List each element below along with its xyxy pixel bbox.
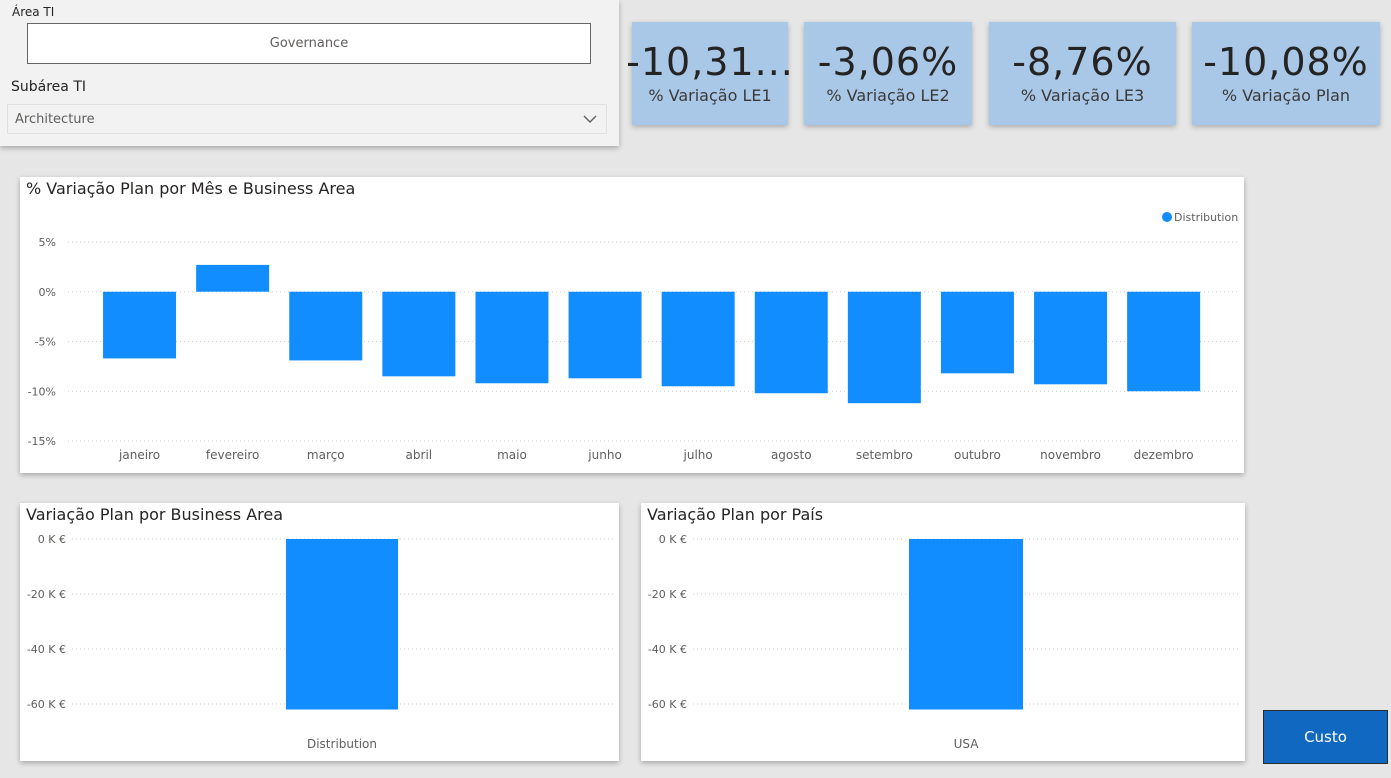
bar [475,291,549,384]
kpi-value: -10,31... [626,40,794,84]
x-tick-label: junho [587,448,622,462]
custo-button[interactable]: Custo [1263,710,1388,764]
x-tick-label: USA [954,737,980,751]
bar [661,291,735,387]
bar [286,539,398,710]
x-tick-label: setembro [856,448,913,462]
x-tick-label: Distribution [307,737,377,751]
area-slicer-button[interactable]: Governance [27,23,591,64]
subarea-dropdown-value: Architecture [15,111,95,127]
y-tick-label: -40 K € [648,643,687,656]
x-tick-label: maio [497,448,527,462]
y-tick-label: -10% [28,385,56,398]
x-tick-label: janeiro [118,448,160,462]
y-tick-label: 0 K € [659,533,687,546]
bar [909,539,1023,710]
bar [196,264,270,292]
subarea-dropdown[interactable]: Architecture [7,104,607,134]
bar [382,291,456,377]
bar [847,291,921,404]
y-tick-label: 0 K € [38,533,66,546]
bar [568,291,642,379]
kpi-card-plan: -10,08% % Variação Plan [1192,22,1380,125]
y-tick-label: 5% [39,236,56,249]
area-slicer-value: Governance [269,36,349,51]
y-tick-label: -60 K € [648,698,687,711]
x-tick-label: dezembro [1134,448,1194,462]
kpi-card-le1: -10,31... % Variação LE1 [626,22,793,125]
x-tick-label: julho [683,448,713,462]
chart-monthly-svg: 5% 0% -5% -10% -15% janeiro fevereiro março abri… [28,211,1239,462]
kpi-label: % Variação LE3 [1020,86,1145,105]
bar [1034,291,1108,385]
y-tick-label: -5% [35,336,56,349]
y-tick-label: -20 K € [27,588,66,601]
x-tick-label: fevereiro [206,448,260,462]
bar [1127,291,1201,392]
kpi-value: -8,76% [1012,40,1153,84]
x-tick-label: abril [406,448,433,462]
y-tick-label: 0% [39,286,56,299]
filter-panel: Área TI Governance Subárea TI Architectu… [0,0,619,146]
y-tick-label: -40 K € [27,643,66,656]
bar [103,291,177,359]
chart-business-area-svg: 0 K € -20 K € -40 K € -60 K € Distribution [27,533,613,751]
kpi-label: % Variação LE1 [648,86,772,105]
chevron-down-icon [583,115,597,123]
x-tick-label: novembro [1040,448,1101,462]
x-tick-label: agosto [771,448,812,462]
subarea-slicer-title: Subárea TI [11,79,86,95]
y-tick-label: -15% [28,435,56,448]
kpi-card-le3: -8,76% % Variação LE3 [989,22,1176,125]
chart-country: Variação Plan por País 0 K € -20 K € -40 K… [641,503,1245,761]
kpi-label: % Variação Plan [1221,86,1351,105]
kpi-value: -10,08% [1203,40,1369,84]
kpi-label: % Variação LE2 [826,86,950,105]
legend-marker [1162,212,1172,222]
area-slicer-title: Área TI [12,5,55,19]
kpi-value: -3,06% [817,40,959,84]
chart-business-area: Variação Plan por Business Area 0 K € -20… [20,503,619,761]
legend-label: Distribution [1174,211,1238,224]
x-tick-label: outubro [954,448,1001,462]
y-tick-label: -20 K € [648,588,687,601]
bar [940,291,1014,374]
x-tick-label: março [307,448,345,462]
bar [754,291,828,394]
kpi-card-le2: -3,06% % Variação LE2 [804,22,972,125]
chart-monthly-variation: % Variação Plan por Mês e Business Area … [20,177,1244,473]
chart-country-svg: 0 K € -20 K € -40 K € -60 K € USA [648,533,1239,751]
y-tick-label: -60 K € [27,698,66,711]
bar [289,291,363,361]
